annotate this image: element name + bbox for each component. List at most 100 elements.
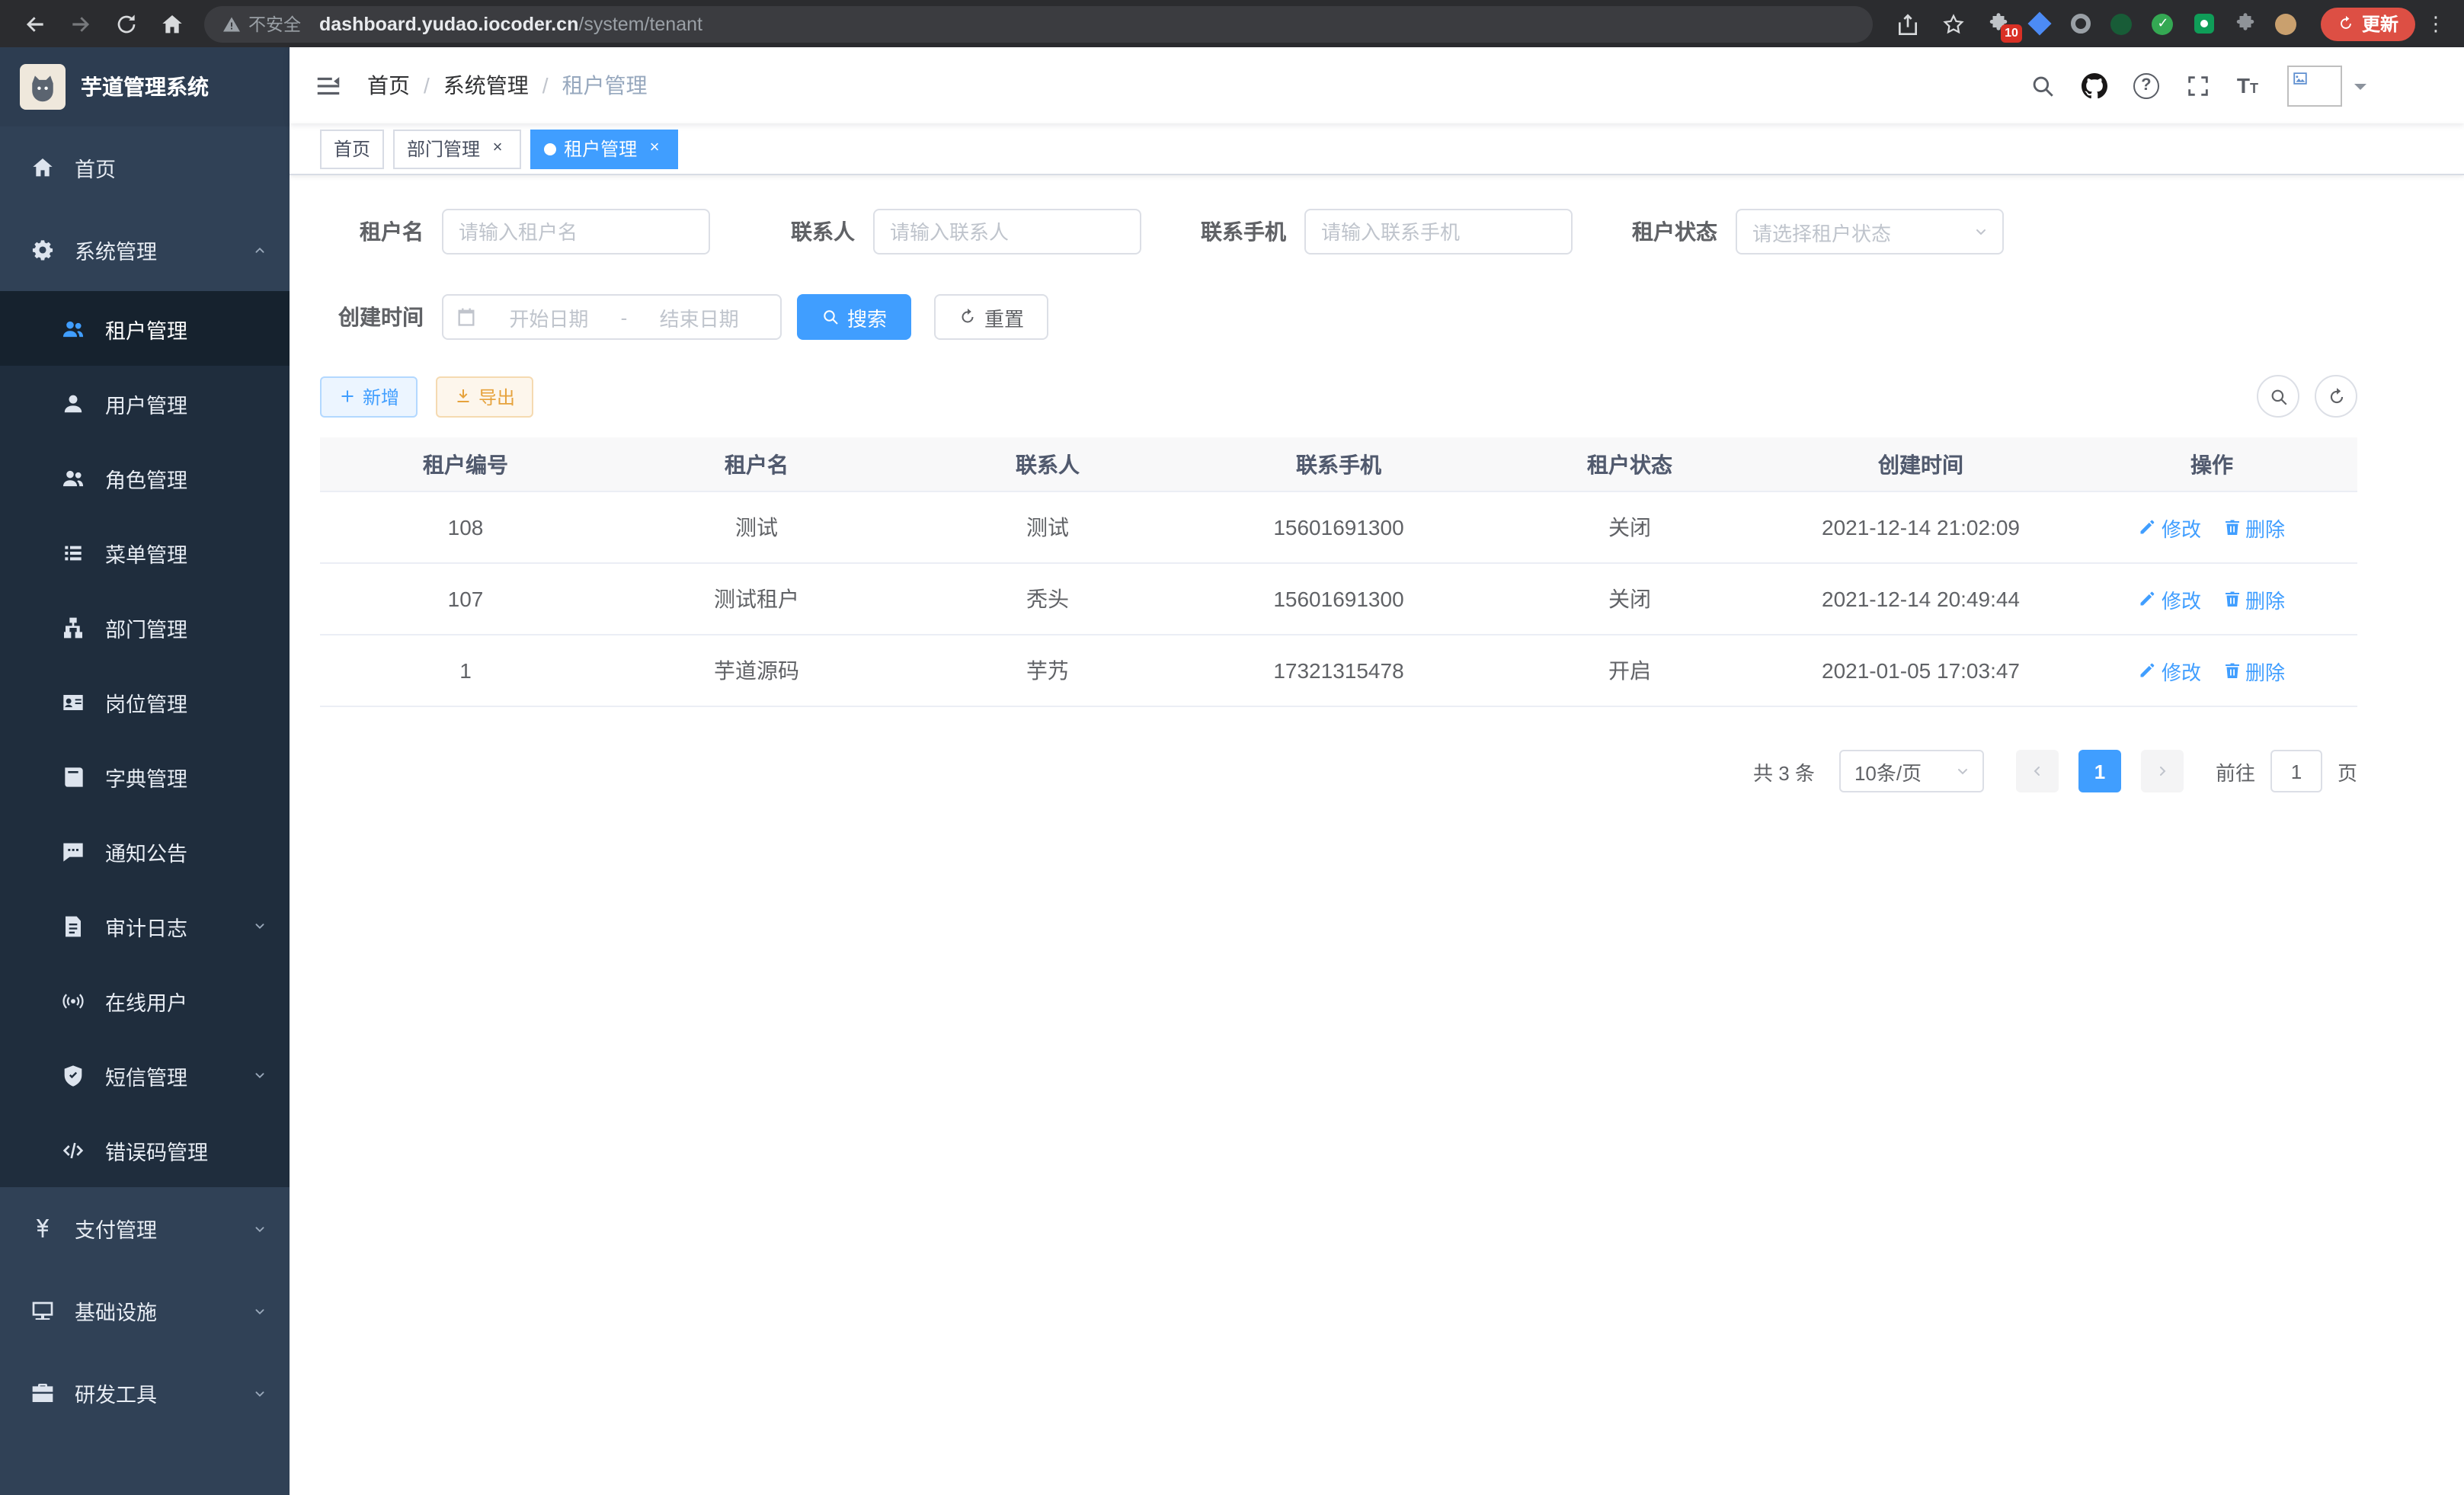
sidebar-item-system[interactable]: 系统管理 <box>0 209 290 291</box>
breadcrumb-section[interactable]: 系统管理 <box>443 70 529 101</box>
table-toolbar: 新增 导出 <box>320 375 2357 418</box>
reset-button[interactable]: 重置 <box>934 294 1048 340</box>
github-icon[interactable] <box>2082 72 2107 98</box>
extension-icon-7[interactable] <box>2232 11 2258 37</box>
tab-dept[interactable]: 部门管理 × <box>393 129 521 168</box>
menu-label: 菜单管理 <box>105 537 187 568</box>
bookmark-star-icon[interactable] <box>1941 11 1966 36</box>
extension-icon-2[interactable] <box>2027 11 2053 37</box>
add-button[interactable]: 新增 <box>320 376 418 417</box>
edit-link[interactable]: 修改 <box>2139 513 2201 542</box>
delete-link[interactable]: 删除 <box>2222 584 2285 613</box>
extension-icon-6[interactable] <box>2191 11 2217 37</box>
chat-icon <box>61 839 85 863</box>
sidebar-toggle-icon[interactable] <box>314 71 343 100</box>
page-size-select[interactable]: 10条/页 <box>1839 750 1984 792</box>
extension-icon-1[interactable]: 10 <box>1986 11 2011 37</box>
extension-icon-4[interactable] <box>2109 11 2135 37</box>
delete-link[interactable]: 删除 <box>2222 513 2285 542</box>
user-avatar-menu[interactable] <box>2287 65 2366 106</box>
close-icon[interactable]: × <box>645 139 664 158</box>
cell-actions: 修改 删除 <box>2066 513 2357 542</box>
browser-forward-icon[interactable] <box>69 11 93 36</box>
font-size-icon[interactable]: TT <box>2237 75 2258 96</box>
menu-label: 错误码管理 <box>105 1135 208 1165</box>
sidebar-item-online-user[interactable]: 在线用户 <box>0 963 290 1038</box>
toggle-search-button[interactable] <box>2257 375 2299 418</box>
phone-input[interactable] <box>1304 209 1573 255</box>
sidebar-item-audit-log[interactable]: 审计日志 <box>0 888 290 963</box>
breadcrumb-home[interactable]: 首页 <box>367 70 410 101</box>
chevron-down-icon <box>251 1067 268 1084</box>
update-label: 更新 <box>2362 11 2398 37</box>
delete-label: 删除 <box>2245 584 2285 613</box>
sidebar-item-user[interactable]: 用户管理 <box>0 366 290 440</box>
chevron-down-icon <box>251 1302 268 1319</box>
extension-icon-5[interactable]: ✓ <box>2150 11 2176 37</box>
browser-back-icon[interactable] <box>23 11 47 36</box>
menu-label: 角色管理 <box>105 463 187 493</box>
browser-menu-icon[interactable]: ⋮ <box>2426 11 2446 36</box>
trash-icon <box>2222 661 2241 680</box>
sidebar-item-pay[interactable]: 支付管理 <box>0 1187 290 1269</box>
sidebar-item-menu[interactable]: 菜单管理 <box>0 515 290 590</box>
header-search-icon[interactable] <box>2030 72 2056 98</box>
tab-tenant[interactable]: 租户管理 × <box>530 129 678 168</box>
menu-label: 岗位管理 <box>105 687 187 717</box>
sidebar-item-infra[interactable]: 基础设施 <box>0 1269 290 1352</box>
pagination: 共 3 条 10条/页 1 前往 页 <box>320 750 2357 792</box>
breadcrumb-separator: / <box>424 73 430 98</box>
export-button-label: 导出 <box>478 383 515 409</box>
prev-page-button[interactable] <box>2016 750 2059 792</box>
phone-label: 联系手机 <box>1182 216 1286 247</box>
page-number-button[interactable]: 1 <box>2078 750 2121 792</box>
sidebar-item-notice[interactable]: 通知公告 <box>0 814 290 888</box>
browser-home-icon[interactable] <box>160 11 184 36</box>
tenant-name-input[interactable] <box>442 209 710 255</box>
site-security-indicator[interactable]: 不安全 <box>222 11 301 36</box>
sidebar-item-dict[interactable]: 字典管理 <box>0 739 290 814</box>
status-select[interactable]: 请选择租户状态 <box>1736 209 2004 255</box>
sidebar-item-sms[interactable]: 短信管理 <box>0 1038 290 1112</box>
menu-label: 支付管理 <box>75 1213 157 1244</box>
tab-home[interactable]: 首页 <box>320 129 384 168</box>
app-logo[interactable]: 芋道管理系统 <box>0 47 290 126</box>
delete-link[interactable]: 删除 <box>2222 656 2285 685</box>
col-header: 创建时间 <box>1775 449 2066 479</box>
refresh-table-button[interactable] <box>2315 375 2357 418</box>
next-page-button[interactable] <box>2141 750 2184 792</box>
role-peoples-icon <box>61 466 85 490</box>
menu-label: 系统管理 <box>75 235 157 265</box>
search-button[interactable]: 搜索 <box>797 294 911 340</box>
edit-link[interactable]: 修改 <box>2139 584 2201 613</box>
tab-label: 部门管理 <box>407 136 480 162</box>
share-icon[interactable] <box>1896 11 1920 36</box>
extension-icon-3[interactable] <box>2068 11 2094 37</box>
sidebar-item-role[interactable]: 角色管理 <box>0 440 290 515</box>
broken-image-icon <box>2292 69 2309 86</box>
refresh-icon <box>2326 386 2346 406</box>
sidebar-item-tenant[interactable]: 租户管理 <box>0 291 290 366</box>
browser-reload-icon[interactable] <box>114 11 139 36</box>
close-icon[interactable]: × <box>488 139 507 158</box>
sidebar: 芋道管理系统 首页 系统管理 租户管理 用户管理 <box>0 47 290 1495</box>
profile-avatar-icon[interactable] <box>2274 11 2299 37</box>
contact-input[interactable] <box>873 209 1141 255</box>
sidebar-item-post[interactable]: 岗位管理 <box>0 664 290 739</box>
navbar-tools: ? TT <box>2030 65 2366 106</box>
sidebar-item-home[interactable]: 首页 <box>0 126 290 209</box>
sidebar-menu: 首页 系统管理 租户管理 用户管理 角色管理 <box>0 126 290 1434</box>
export-button[interactable]: 导出 <box>436 376 533 417</box>
date-end-placeholder: 结束日期 <box>630 303 768 331</box>
goto-page-input[interactable] <box>2270 750 2322 792</box>
fullscreen-icon[interactable] <box>2185 72 2211 98</box>
sidebar-item-dept[interactable]: 部门管理 <box>0 590 290 664</box>
filter-contact: 联系人 <box>751 209 1141 255</box>
edit-link[interactable]: 修改 <box>2139 656 2201 685</box>
date-range-picker[interactable]: 开始日期 - 结束日期 <box>442 294 782 340</box>
address-bar[interactable]: 不安全 dashboard.yudao.iocoder.cn/system/te… <box>204 5 1873 42</box>
help-icon[interactable]: ? <box>2133 72 2159 98</box>
sidebar-item-error-code[interactable]: 错误码管理 <box>0 1112 290 1187</box>
chrome-update-button[interactable]: 更新 <box>2321 7 2415 40</box>
sidebar-item-devtools[interactable]: 研发工具 <box>0 1352 290 1434</box>
